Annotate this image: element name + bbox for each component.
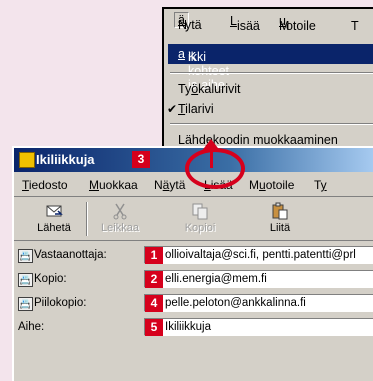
menu-separator — [170, 123, 373, 125]
callout-badge: 3 — [132, 151, 150, 168]
cut-button[interactable]: Leikkaa — [94, 200, 146, 238]
callout-badge: 5 — [145, 319, 163, 336]
toolbar: Lähetä Leikkaa Kopioi Liitä — [14, 198, 373, 241]
toolbar-separator — [86, 202, 88, 236]
cc-label[interactable]: Kopio: — [34, 273, 67, 285]
paste-button[interactable]: Liitä — [254, 200, 306, 238]
menu-item-statusbar[interactable]: ✔ Tilarivi — [167, 102, 214, 116]
bcc-field-row: 📇 Piilokopio: pelle.peloton@ankkalinna.f… — [14, 293, 373, 315]
zoom-menu-insert[interactable]: Lisää — [230, 14, 260, 33]
menu-item-all-headers[interactable]: Ka ikki kohteet ja aihe — [168, 44, 373, 92]
cc-field-row: 📇 Kopio: elli.energia@mem.fi 2 — [14, 269, 373, 291]
cut-icon — [113, 203, 127, 220]
message-icon — [19, 152, 35, 168]
highlight-circle — [185, 148, 245, 189]
to-field-row: 📇 Vastaanottaja: ollioivaltaja@sci.fi, p… — [14, 245, 373, 267]
menu-format[interactable]: Muotoile — [249, 178, 294, 192]
zoom-menu-view[interactable]: Nä ytä — [174, 12, 202, 32]
menu-item-toolbars[interactable]: Työkalurivit — [178, 82, 241, 96]
menu-file[interactable]: Tiedosto — [22, 178, 68, 192]
to-field[interactable]: ollioivaltaja@sci.fi, pentti.patentti@pr… — [144, 246, 373, 264]
address-book-icon[interactable]: 📇 — [18, 297, 33, 311]
menu-edit[interactable]: Muokkaa — [89, 178, 138, 192]
zoom-menu-format[interactable]: Mu otoile — [279, 14, 316, 33]
menu-view[interactable]: Näytä — [154, 178, 185, 192]
to-label[interactable]: Vastaanottaja: — [34, 249, 107, 261]
copy-button[interactable]: Kopioi — [174, 200, 226, 238]
callout-badge: 4 — [145, 295, 163, 312]
copy-icon — [192, 203, 208, 220]
menu-tools[interactable]: Ty — [314, 178, 327, 192]
send-button[interactable]: Lähetä — [28, 200, 80, 238]
view-menu-zoom: Nä ytä Lisää Mu otoile T Ka ikki kohteet ja… — [162, 7, 373, 159]
menu-separator — [170, 72, 373, 74]
bcc-field[interactable]: pelle.peloton@ankkalinna.fi — [144, 294, 373, 312]
cc-field[interactable]: elli.energia@mem.fi — [144, 270, 373, 288]
send-icon — [46, 205, 63, 217]
zoom-menubar: Nä ytä Lisää Mu otoile T — [164, 9, 373, 33]
bcc-label[interactable]: Piilokopio: — [34, 297, 86, 309]
subject-field-row: Aihe: Ikiliikkuja 5 — [14, 317, 373, 339]
paste-icon — [272, 202, 288, 220]
callout-badge: 1 — [145, 247, 163, 264]
address-book-icon[interactable]: 📇 — [18, 273, 33, 287]
address-book-icon[interactable]: 📇 — [18, 249, 33, 263]
subject-label: Aihe: — [18, 321, 45, 333]
window-title: Ikiliikkuja — [36, 152, 95, 167]
callout-badge: 2 — [145, 271, 163, 288]
checkmark-icon: ✔ — [167, 102, 178, 116]
subject-field[interactable]: Ikiliikkuja — [144, 318, 373, 336]
